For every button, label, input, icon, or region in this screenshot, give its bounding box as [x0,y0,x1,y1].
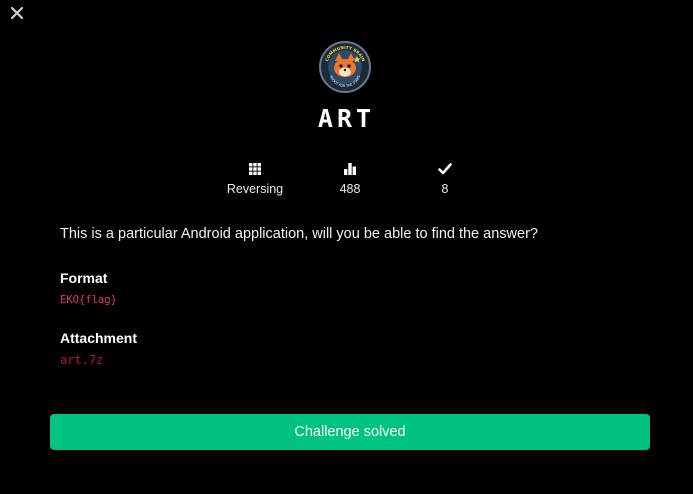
stat-solves-label: 8 [441,182,449,196]
close-button[interactable] [9,6,25,22]
attachment-heading: Attachment [60,330,138,346]
close-icon [10,6,24,20]
challenge-stats: Reversing 488 8 [0,160,693,200]
ctf-logo: COMMUNITY BRAIN SHOOT FOR THE STARS [319,41,371,93]
format-value: EKO{flag} [60,294,117,306]
format-heading: Format [60,270,108,286]
ctf-logo-icon: COMMUNITY BRAIN SHOOT FOR THE STARS [319,41,371,93]
stat-category-label: Reversing [226,182,284,196]
stat-solves: 8 [395,160,495,196]
attachment-link[interactable]: art.7z [60,353,103,367]
challenge-description: This is a particular Android application… [60,226,538,242]
challenge-title: ART [317,104,376,133]
checkmark-icon [438,163,452,175]
challenge-solved-button[interactable]: Challenge solved [50,414,650,450]
stat-points: 488 [300,160,400,196]
bar-chart-icon [344,163,356,175]
grid-icon [249,163,261,175]
stat-points-label: 488 [339,182,361,196]
stat-category: Reversing [205,160,305,196]
